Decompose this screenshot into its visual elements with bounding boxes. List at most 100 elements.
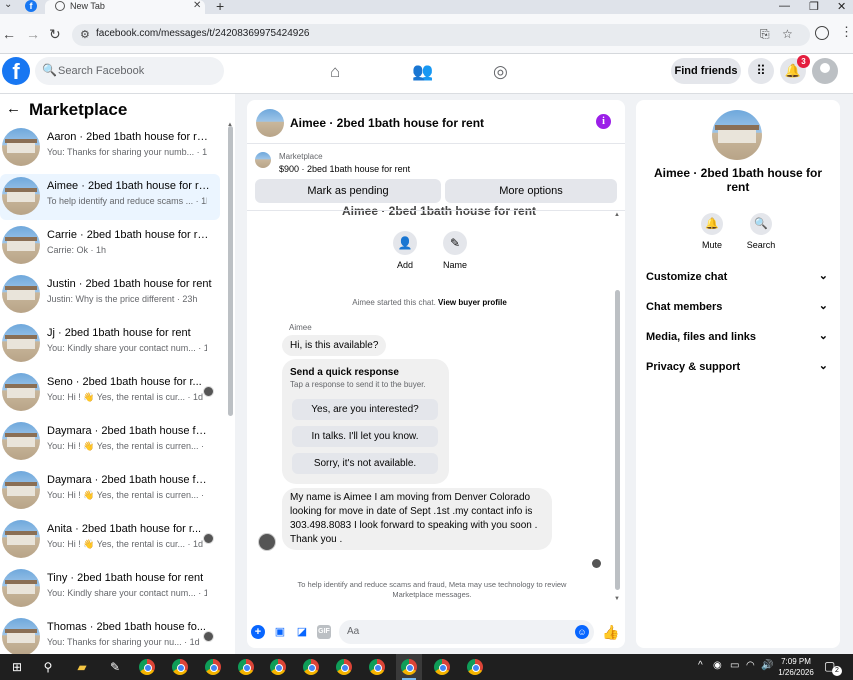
facebook-tab-icon[interactable]: f: [25, 0, 37, 12]
facebook-logo[interactable]: f: [2, 57, 30, 85]
restore-icon[interactable]: ❐: [809, 0, 819, 13]
buyer-avatar: [203, 533, 214, 544]
sender-avatar[interactable]: [258, 533, 276, 551]
conversation-item[interactable]: Aaron · 2bed 1bath house for rent You: T…: [0, 125, 220, 171]
thumbs-up-icon[interactable]: 👍: [602, 624, 619, 641]
listing-photo[interactable]: [712, 110, 762, 160]
globe-icon: [55, 1, 65, 11]
quick-response-button[interactable]: In talks. I'll let you know.: [292, 426, 438, 447]
find-friends-button[interactable]: Find friends: [671, 58, 741, 84]
search-facebook-input[interactable]: 🔍 Search Facebook: [35, 57, 224, 85]
install-app-icon[interactable]: ⎘: [760, 27, 770, 42]
tab-list-chevron-icon[interactable]: ⌄: [4, 0, 12, 10]
sidebar-scrollbar[interactable]: [228, 126, 233, 416]
conversation-preview: You: Hi ! 👋 Yes, the rental is cur... · …: [47, 392, 203, 402]
facebook-header: f 🔍 Search Facebook ⌂ 👥 ◎ Find friends ⠿…: [0, 54, 853, 94]
mute-action[interactable]: 🔔 Mute: [692, 213, 732, 250]
photo-icon[interactable]: ▣: [273, 625, 287, 639]
volume-icon[interactable]: 🔊: [761, 660, 773, 671]
reload-icon[interactable]: ↻: [49, 26, 61, 43]
more-options-button[interactable]: More options: [445, 179, 617, 203]
tray-app-icon[interactable]: ◉: [713, 660, 722, 671]
wifi-icon[interactable]: ◠: [746, 660, 755, 671]
customize-chat-menu[interactable]: Customize chat ⌄: [646, 268, 830, 288]
groups-icon[interactable]: ◎: [493, 62, 508, 82]
chrome-icon[interactable]: [238, 659, 254, 675]
conversation-item[interactable]: Daymara · 2bed 1bath house for... You: H…: [0, 468, 220, 514]
bell-icon[interactable]: 🔔: [701, 213, 723, 235]
privacy-support-menu[interactable]: Privacy & support ⌄: [646, 358, 830, 378]
info-icon[interactable]: i: [596, 114, 611, 129]
search-icon[interactable]: 🔍: [750, 213, 772, 235]
chrome-icon[interactable]: [172, 659, 188, 675]
tab-close-icon[interactable]: ✕: [193, 0, 201, 11]
new-tab-icon[interactable]: +: [216, 0, 224, 14]
chrome-icon[interactable]: [467, 659, 483, 675]
tray-chevron-up-icon[interactable]: ^: [698, 660, 703, 671]
url-field[interactable]: ⚙ facebook.com/messages/t/24208369975424…: [72, 24, 810, 46]
sticker-icon[interactable]: ◪: [295, 625, 309, 639]
taskbar-clock[interactable]: 7:09 PM 1/26/2026: [776, 656, 816, 678]
home-icon[interactable]: ⌂: [330, 62, 340, 82]
minimize-icon[interactable]: —: [779, 0, 790, 12]
menu-grid-icon[interactable]: ⠿: [748, 58, 774, 84]
bookmark-star-icon[interactable]: ☆: [782, 27, 793, 41]
chat-listing-thumbnail[interactable]: [256, 109, 284, 137]
back-icon[interactable]: ←: [2, 26, 16, 42]
friends-icon[interactable]: 👥: [412, 62, 433, 82]
chrome-icon[interactable]: [270, 659, 286, 675]
emoji-icon[interactable]: ☺: [575, 625, 589, 639]
taskbar-search-icon[interactable]: ⚲: [40, 659, 56, 675]
conversation-item-active[interactable]: Aimee · 2bed 1bath house for rent To hel…: [0, 174, 220, 220]
conversation-item[interactable]: Thomas · 2bed 1bath house fo... You: Tha…: [0, 615, 220, 654]
marketplace-listing-thumbnail[interactable]: [255, 152, 271, 168]
conversation-item[interactable]: Seno · 2bed 1bath house for r... You: Hi…: [0, 370, 220, 416]
conversation-title: Carrie · 2bed 1bath house for rent: [47, 229, 212, 241]
chat-scrollbar[interactable]: [615, 290, 620, 590]
listing-price-title[interactable]: $900 · 2bed 1bath house for rent: [279, 164, 410, 174]
site-info-icon[interactable]: ⚙: [80, 28, 90, 41]
battery-icon[interactable]: ▭: [730, 660, 739, 671]
mark-as-pending-button[interactable]: Mark as pending: [255, 179, 441, 203]
name-action[interactable]: ✎ Name: [435, 231, 475, 270]
conversation-item[interactable]: Anita · 2bed 1bath house for r... You: H…: [0, 517, 220, 563]
add-person-icon[interactable]: 👤: [393, 231, 417, 255]
forward-icon[interactable]: →: [26, 26, 40, 42]
conversation-item[interactable]: Carrie · 2bed 1bath house for rent Carri…: [0, 223, 220, 269]
chat-title[interactable]: Aimee · 2bed 1bath house for rent: [290, 116, 484, 130]
tab-new-tab[interactable]: [45, 0, 205, 14]
conversation-item[interactable]: Tiny · 2bed 1bath house for rent You: Ki…: [0, 566, 220, 612]
chrome-icon[interactable]: [336, 659, 352, 675]
message-input[interactable]: Aa ☺: [339, 620, 594, 644]
quick-response-button[interactable]: Yes, are you interested?: [292, 399, 438, 420]
scroll-up-arrow-icon[interactable]: ▲: [614, 212, 620, 218]
conversation-item[interactable]: Justin · 2bed 1bath house for rent Justi…: [0, 272, 220, 318]
file-explorer-icon[interactable]: ▰: [74, 659, 90, 675]
back-arrow-icon[interactable]: ←: [6, 100, 21, 117]
conversation-item[interactable]: Jj · 2bed 1bath house for rent You: Kind…: [0, 321, 220, 367]
chrome-icon[interactable]: [369, 659, 385, 675]
close-window-icon[interactable]: ✕: [837, 0, 846, 13]
media-files-links-menu[interactable]: Media, files and links ⌄: [646, 328, 830, 348]
gif-icon[interactable]: GIF: [317, 625, 331, 639]
browser-profile-icon[interactable]: [815, 26, 829, 40]
quick-response-button[interactable]: Sorry, it's not available.: [292, 453, 438, 474]
add-action[interactable]: 👤 Add: [385, 231, 425, 270]
chrome-icon[interactable]: [401, 659, 417, 675]
chrome-icon[interactable]: [434, 659, 450, 675]
search-action[interactable]: 🔍 Search: [741, 213, 781, 250]
windows-start-icon[interactable]: ⊞: [9, 659, 25, 675]
chrome-icon[interactable]: [303, 659, 319, 675]
pencil-icon[interactable]: ✎: [443, 231, 467, 255]
chat-members-menu[interactable]: Chat members ⌄: [646, 298, 830, 318]
chrome-icon[interactable]: [205, 659, 221, 675]
windows-taskbar: ⊞ ⚲ ▰ ✎ ^ ◉ ▭ ◠ 🔊 7:09 PM 1/26/2026 ▢ 2: [0, 654, 853, 680]
plus-icon[interactable]: +: [251, 625, 265, 639]
conversation-item[interactable]: Daymara · 2bed 1bath house for... You: H…: [0, 419, 220, 465]
app-icon[interactable]: ✎: [107, 659, 123, 675]
chrome-icon[interactable]: [139, 659, 155, 675]
browser-menu-icon[interactable]: ⋮: [840, 24, 853, 40]
scroll-down-arrow-icon[interactable]: ▼: [614, 596, 620, 602]
view-buyer-profile-link[interactable]: View buyer profile: [438, 298, 507, 307]
account-avatar[interactable]: [812, 58, 838, 84]
